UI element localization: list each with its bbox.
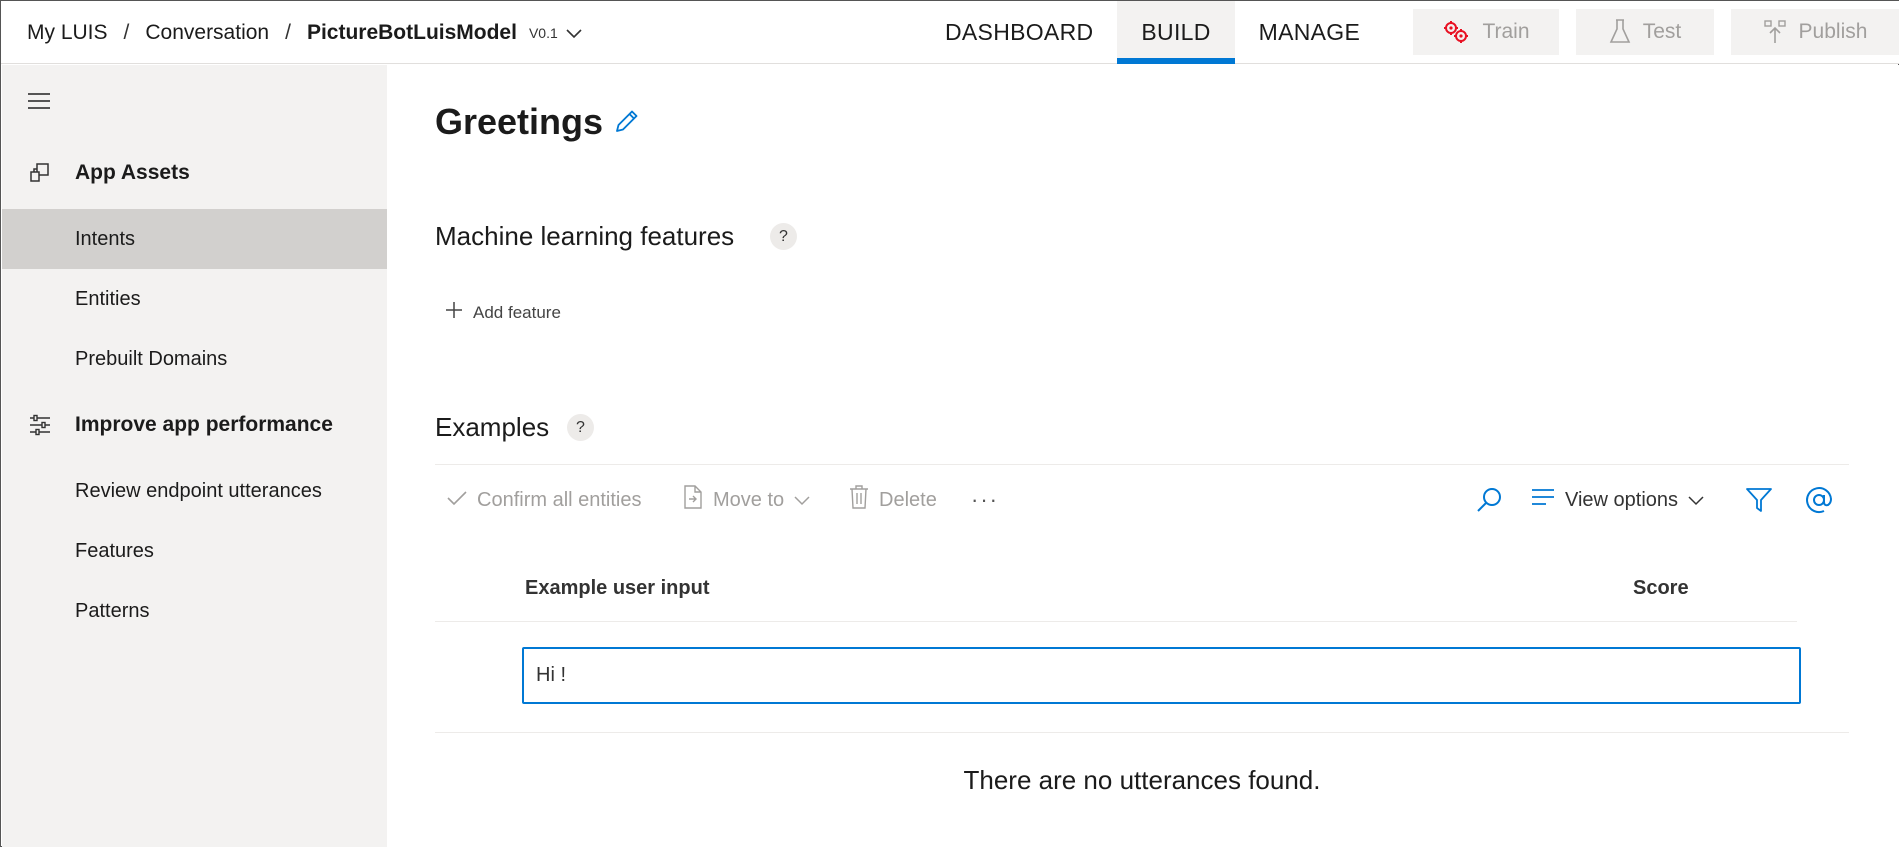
- checkmark-icon: [447, 489, 467, 512]
- publish-button[interactable]: Publish: [1731, 9, 1899, 55]
- app-window: My LUIS / Conversation / PictureBotLuisM…: [0, 0, 1899, 847]
- move-to-label: Move to: [713, 488, 785, 511]
- examples-toolbar: Confirm all entities Move to Delete ···: [435, 464, 1849, 534]
- sidebar-item-review-endpoint-utterances[interactable]: Review endpoint utterances: [2, 461, 387, 521]
- nav-tabs: DASHBOARD BUILD MANAGE: [921, 1, 1384, 64]
- plus-icon: [445, 301, 463, 324]
- trash-icon: [849, 485, 869, 515]
- examples-help-icon[interactable]: ?: [567, 414, 594, 441]
- add-feature-label: Add feature: [473, 302, 561, 322]
- sidebar-item-features[interactable]: Features: [2, 521, 387, 581]
- tab-build[interactable]: BUILD: [1117, 1, 1235, 64]
- breadcrumb-conversation[interactable]: Conversation: [145, 21, 269, 45]
- breadcrumb-separator: /: [285, 21, 291, 44]
- main-content: Greetings Machine learning features ? Ad…: [387, 65, 1899, 847]
- search-icon[interactable]: [1475, 465, 1503, 535]
- sidebar-group-label: Improve app performance: [75, 413, 333, 436]
- train-label: Train: [1482, 20, 1530, 43]
- tab-manage[interactable]: MANAGE: [1235, 1, 1384, 64]
- delete-button[interactable]: Delete: [849, 465, 937, 535]
- add-feature-button[interactable]: Add feature: [445, 301, 561, 324]
- sidebar-group-app-assets[interactable]: App Assets: [2, 143, 387, 203]
- breadcrumb-app-name: PictureBotLuisModel: [306, 21, 517, 44]
- tab-dashboard[interactable]: DASHBOARD: [921, 1, 1117, 64]
- sidebar-group-label: App Assets: [75, 161, 190, 184]
- chevron-down-icon[interactable]: [566, 21, 582, 45]
- view-options-button[interactable]: View options: [1531, 465, 1704, 535]
- utterance-input[interactable]: [522, 647, 1801, 704]
- gears-icon: [1442, 19, 1470, 45]
- app-assets-icon: [28, 162, 52, 191]
- sidebar-item-prebuilt-domains[interactable]: Prebuilt Domains: [2, 329, 387, 389]
- train-button[interactable]: Train: [1413, 9, 1559, 55]
- test-button[interactable]: Test: [1576, 9, 1714, 55]
- test-label: Test: [1642, 20, 1682, 43]
- pencil-edit-icon[interactable]: [613, 107, 641, 140]
- flask-icon: [1609, 19, 1631, 45]
- page-title: Greetings: [435, 101, 604, 142]
- more-options-icon[interactable]: ···: [971, 465, 999, 535]
- confirm-all-entities-button[interactable]: Confirm all entities: [447, 465, 642, 535]
- sliders-icon: [28, 414, 52, 441]
- move-file-icon: [683, 484, 703, 516]
- publish-icon: [1763, 19, 1787, 45]
- version-label[interactable]: V0.1: [529, 25, 558, 41]
- breadcrumb: My LUIS / Conversation / PictureBotLuisM…: [27, 20, 582, 46]
- delete-label: Delete: [879, 488, 937, 511]
- sidebar-item-patterns[interactable]: Patterns: [2, 581, 387, 641]
- sidebar-item-intents[interactable]: Intents: [2, 209, 387, 269]
- divider: [435, 621, 1797, 622]
- filter-icon[interactable]: [1745, 465, 1773, 535]
- empty-state-message: There are no utterances found.: [963, 765, 1321, 795]
- sidebar: App Assets Intents Entities Prebuilt Dom…: [2, 65, 387, 847]
- chevron-down-icon: [794, 489, 810, 512]
- examples-heading: Examples: [435, 412, 550, 442]
- sidebar-item-entities[interactable]: Entities: [2, 269, 387, 329]
- chevron-down-icon: [1688, 489, 1704, 512]
- confirm-all-label: Confirm all entities: [477, 488, 642, 511]
- breadcrumb-separator: /: [123, 21, 130, 44]
- top-bar: My LUIS / Conversation / PictureBotLuisM…: [1, 1, 1899, 64]
- lines-icon: [1531, 488, 1555, 512]
- column-header-score[interactable]: Score: [1633, 577, 1689, 600]
- breadcrumb-my-luis[interactable]: My LUIS: [27, 21, 108, 45]
- divider: [435, 732, 1849, 733]
- sidebar-group-improve-performance[interactable]: Improve app performance: [2, 395, 387, 455]
- hamburger-menu-icon[interactable]: [28, 93, 50, 109]
- ml-features-help-icon[interactable]: ?: [770, 223, 797, 250]
- move-to-button[interactable]: Move to: [683, 465, 810, 535]
- at-mention-icon[interactable]: [1805, 465, 1833, 535]
- publish-label: Publish: [1798, 20, 1868, 43]
- ml-features-heading: Machine learning features: [435, 221, 735, 251]
- column-header-example-input[interactable]: Example user input: [525, 577, 710, 600]
- view-options-label: View options: [1565, 488, 1679, 511]
